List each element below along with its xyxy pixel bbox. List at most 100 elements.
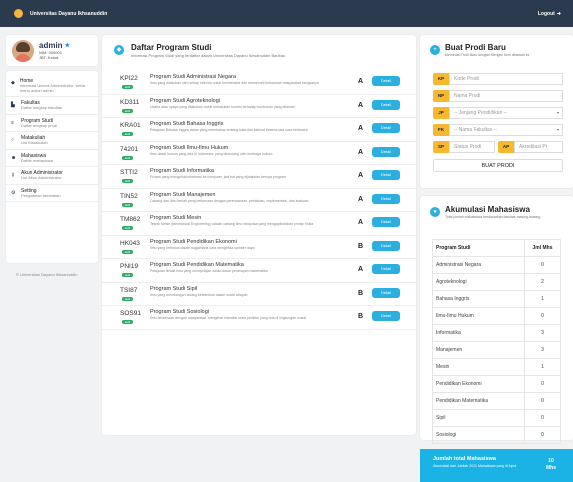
program-name[interactable]: Program Studi Sosiologi xyxy=(150,309,209,315)
accreditation-grade: A xyxy=(358,125,364,132)
accreditation-grade: A xyxy=(358,219,364,226)
akreditasi-prodi-input[interactable]: Akreditasi Pr xyxy=(514,141,563,153)
detail-button[interactable]: Detail xyxy=(372,240,400,251)
sidebar-item-mahasiswa[interactable]: ☻ Mahasiswa Daftar mahasiswa xyxy=(6,150,98,167)
field-select[interactable]: -- Nama Fakultas -- ▾ xyxy=(449,124,563,136)
role-label: JBT xyxy=(39,55,46,60)
program-code: HK043 xyxy=(120,239,140,247)
status-prodi-input[interactable]: Status Prodi xyxy=(449,141,495,153)
sidebar-item-sub: Informasi Utama Administrator, berisi me… xyxy=(19,83,86,93)
sidebar-item-program-studi[interactable]: ≡ Program Studi Daftar lengkap prodi xyxy=(6,115,98,132)
row-prodi: Ilmu-Ilmu Hukum xyxy=(432,307,525,325)
program-name[interactable]: Program Studi Mesin xyxy=(150,215,201,221)
sidebar-item-sub: List Akun Administrator xyxy=(21,175,62,180)
row-count: 0 xyxy=(524,426,561,444)
program-description: Usaha atau upaya yang dilakukan untuk me… xyxy=(150,104,295,109)
profile-name-row: admin ★ xyxy=(39,41,70,50)
program-name[interactable]: Program Studi Ilmu-Ilmu Hukum xyxy=(150,145,228,151)
detail-button[interactable]: Detail xyxy=(372,146,400,157)
program-name[interactable]: Program Studi Pendidikan Matematika xyxy=(150,262,244,268)
sidebar-item-setting[interactable]: ⚙ Setting Pengaturan tambahan xyxy=(6,185,98,202)
circle-icon: ○ xyxy=(11,137,15,143)
status-badge: aktif xyxy=(122,155,133,160)
sidebar-item-sub: Daftar lengkap fakultas xyxy=(21,105,62,110)
row-prodi: Bahasa Inggris xyxy=(432,290,525,308)
sidebar-item-sub: List Matakuliah xyxy=(21,140,48,145)
program-name[interactable]: Program Studi Bahasa Inggris xyxy=(150,121,223,127)
program-code: PNI19 xyxy=(120,263,139,270)
row-prodi: Pendidikan Matematika xyxy=(432,392,525,410)
program-code: TSI87 xyxy=(120,286,138,294)
list-item: STTI2 aktif Program Studi Informatika Prose… xyxy=(102,165,416,189)
profile-role: JBT: Ketua xyxy=(39,55,59,60)
program-description: Pelajaran terkait ilmu yang mempelajari … xyxy=(150,269,268,273)
table-row: Pendidikan Matematika 0 xyxy=(432,392,561,410)
program-name[interactable]: Program Studi Manajemen xyxy=(150,192,215,198)
program-code: STTI2 xyxy=(120,169,138,176)
page-subtitle: Informasi Program Studi yang terdaftar d… xyxy=(131,53,286,58)
program-code: KD311 xyxy=(120,98,140,106)
program-description: Proses yang mengelola informasi ke kompu… xyxy=(150,175,286,179)
create-prodi-button[interactable]: BUAT PRODI xyxy=(433,159,563,172)
status-badge: aktif xyxy=(122,108,133,113)
program-code: TM862 xyxy=(120,216,141,223)
brand-title[interactable]: Universitas Dayanu Ikhsanuddin xyxy=(30,11,107,17)
detail-button[interactable]: Detail xyxy=(372,264,400,274)
program-name[interactable]: Program Studi Administrasi Negara xyxy=(150,74,236,80)
logout-button[interactable]: Logout ➜ xyxy=(538,11,561,17)
table-row: Administrasi Negara 0 xyxy=(432,256,561,274)
sidebar-item-sub: Pengaturan tambahan xyxy=(21,192,61,198)
field-select[interactable]: -- Jenjang Pendidikan -- ▾ xyxy=(449,107,563,119)
detail-button[interactable]: Detail xyxy=(372,76,400,86)
status-badge: aktif xyxy=(122,296,133,301)
field-placeholder: Nama Prodi xyxy=(454,93,481,99)
program-name[interactable]: Program Studi Agroteknologi xyxy=(150,98,220,104)
program-name[interactable]: Program Studi Informatika xyxy=(150,168,214,174)
status-badge: aktif xyxy=(122,179,133,183)
sidebar-item-akun-administrator[interactable]: ⚷ Akun Administrator List Akun Administrat… xyxy=(6,167,98,185)
accreditation-grade: A xyxy=(358,101,364,109)
sidebar-menu: ◆ Home Informasi Utama Administrator, beri… xyxy=(6,71,98,263)
table-row: Ilmu-Ilmu Hukum 0 xyxy=(432,307,561,325)
sidebar-item-sub: Daftar lengkap prodi xyxy=(21,122,58,128)
detail-button[interactable]: Detail xyxy=(372,311,400,321)
field-input[interactable]: Nama Prodi xyxy=(449,90,563,102)
list-item: TSI87 aktif Program Studi Sipil Ilmu yang m… xyxy=(102,283,416,306)
detail-button[interactable]: Detail xyxy=(372,123,400,133)
table-row: Sosiologi 0 xyxy=(432,426,561,444)
program-name[interactable]: Program Studi Pendidikan Ekonomi xyxy=(150,239,237,245)
table-row: Bahasa Inggris 1 xyxy=(432,290,561,308)
program-name[interactable]: Program Studi Sipil xyxy=(150,286,197,292)
detail-button[interactable]: Detail xyxy=(372,99,400,110)
detail-button[interactable]: Detail xyxy=(372,217,400,227)
row-prodi: Mesin xyxy=(432,358,525,376)
accum-table: Program Studi Jml Mhs Administrasi Negar… xyxy=(432,239,561,444)
page-title: Daftar Program Studi xyxy=(131,43,212,52)
detail-button[interactable]: Detail xyxy=(372,170,400,180)
detail-button[interactable]: Detail xyxy=(372,287,400,298)
row-prodi: Pendidikan Ekonomi xyxy=(432,375,525,393)
sidebar-item-fakultas[interactable]: ▙ Fakultas Daftar lengkap fakultas xyxy=(6,97,98,115)
row-count: 1 xyxy=(524,290,561,308)
form-row-fk: FK -- Nama Fakultas -- ▾ xyxy=(433,124,563,136)
sidebar-item-home[interactable]: ◆ Home Informasi Utama Administrator, beri… xyxy=(6,75,98,97)
star-icon: ★ xyxy=(64,43,70,49)
row-prodi: Administrasi Negara xyxy=(432,256,525,274)
program-list: KPI22 aktif Program Studi Administrasi Neg… xyxy=(102,71,416,330)
field-input[interactable]: Kode Prodi xyxy=(449,73,563,85)
accum-subtitle: Total jumlah mahasiswa berdasarkan fakul… xyxy=(445,215,541,219)
row-count: 3 xyxy=(524,341,561,359)
list-item: TIN52 aktif Program Studi Manajemen Cabang … xyxy=(102,189,416,212)
sidebar-item-sub: Daftar mahasiswa xyxy=(21,157,54,163)
list-item: PNI19 aktif Program Studi Pendidikan Matem… xyxy=(102,259,416,283)
program-code: 74201 xyxy=(120,145,139,153)
gear-icon: ⚙ xyxy=(11,189,16,196)
avatar[interactable] xyxy=(12,39,34,62)
sidebar-item-matakuliah[interactable]: ○ Matakuliah List Matakuliah xyxy=(6,132,98,150)
total-value: 10 Mhs xyxy=(543,458,559,472)
detail-button[interactable]: Detail xyxy=(372,193,400,204)
profile-card: admin ★ NIM: 000001 JBT: Ketua xyxy=(6,35,98,66)
total-students-card: Jumlah total Mahasiswa Akumulasi dari Ju… xyxy=(420,449,573,482)
building-icon: ▙ xyxy=(11,102,15,108)
program-description: Pelajaran Bahasa Inggris dasar yang memb… xyxy=(150,128,308,132)
